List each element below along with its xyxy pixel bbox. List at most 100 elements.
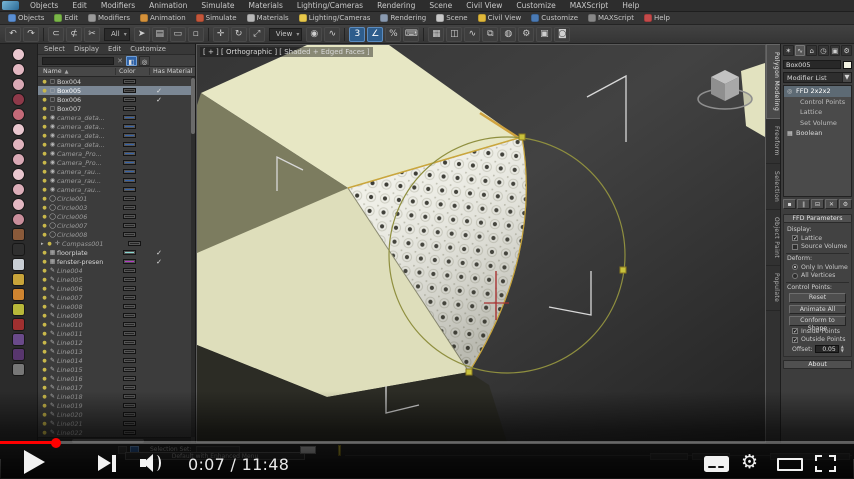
auto-key-button[interactable] [650, 453, 688, 460]
explorer-menu-select[interactable]: Select [44, 45, 65, 53]
strip-icon-7[interactable] [13, 154, 24, 165]
table-row[interactable]: ● ✎ Line017 [38, 383, 191, 392]
vertex-handle[interactable] [619, 266, 627, 274]
menu-item-materials[interactable]: Materials [242, 0, 290, 11]
ribbon-tab-freeform[interactable]: Freeform [766, 119, 780, 165]
unlink-selection-icon[interactable]: ⊄ [66, 26, 82, 42]
next-button[interactable] [98, 455, 118, 472]
menu-item-maxscript[interactable]: MAXScript [563, 0, 616, 11]
key-filter-button[interactable] [300, 446, 316, 454]
window-crossing-icon[interactable]: ▫ [187, 26, 204, 42]
scrollbar-thumb[interactable] [191, 78, 195, 134]
table-row[interactable]: ● ✎ Line010 [38, 320, 191, 329]
keyboard-shortcut-override-icon[interactable]: ⌨ [403, 26, 420, 42]
schematic-view-icon[interactable]: ⧉ [482, 26, 499, 42]
modifier-list-dropdown[interactable]: Modifier List ▼ [783, 72, 852, 83]
color-swatch[interactable] [123, 160, 136, 165]
ribbon-button-animation[interactable]: Animation [135, 12, 191, 24]
manage-layers-icon[interactable]: ▦ [428, 26, 445, 42]
table-row[interactable]: ● ✎ Line016 [38, 374, 191, 383]
object-color-swatch[interactable] [843, 60, 852, 69]
color-swatch[interactable] [123, 376, 136, 381]
select-and-manipulate-icon[interactable]: ∿ [324, 26, 341, 42]
table-row[interactable]: ● ✎ Line020 [38, 410, 191, 419]
strip-icon-19[interactable] [13, 334, 24, 345]
table-row[interactable]: ● ✎ Line012 [38, 338, 191, 347]
tab-display[interactable]: ▣ [829, 45, 841, 56]
color-swatch[interactable] [123, 106, 136, 111]
color-swatch[interactable] [123, 124, 136, 129]
color-swatch[interactable] [123, 421, 136, 426]
volume-button[interactable] [140, 453, 166, 473]
color-swatch[interactable] [123, 79, 136, 84]
tab-create[interactable]: ✶ [783, 45, 794, 56]
table-row[interactable]: ● ✎ Line011 [38, 329, 191, 338]
strip-icon-11[interactable] [13, 214, 24, 225]
color-swatch[interactable] [123, 331, 136, 336]
color-swatch[interactable] [123, 313, 136, 318]
source-volume-checkbox-row[interactable]: Source Volume [792, 243, 849, 250]
table-row[interactable]: ● ▢ Box007 [38, 104, 191, 113]
color-swatch[interactable] [123, 340, 136, 345]
rendered-frame-window-icon[interactable]: ▣ [536, 26, 553, 42]
vertex-handle[interactable] [518, 133, 526, 141]
color-swatch[interactable] [123, 259, 136, 264]
color-swatch[interactable] [123, 394, 136, 399]
render-setup-icon[interactable]: ⚙ [518, 26, 535, 42]
animate-all-button[interactable]: Animate All [788, 304, 847, 314]
snaps-toggle-icon[interactable]: 3 [349, 26, 366, 42]
all-vertices-radio-row[interactable]: All Vertices [792, 272, 849, 279]
table-row[interactable]: ● ▢ Box006 ✓ [38, 95, 191, 104]
ribbon-button-edit[interactable]: Edit [49, 12, 83, 24]
strip-icon-10[interactable] [13, 199, 24, 210]
table-row[interactable]: ● ▦ fenster-presen ✓ [38, 257, 191, 266]
table-row[interactable]: ● ✎ Line008 [38, 302, 191, 311]
inside-points-checkbox-row[interactable]: ✓ Inside Points [792, 328, 849, 335]
tab-hierarchy[interactable]: ⌂ [806, 45, 818, 56]
table-row[interactable]: ● ◉ Camera_Pro... [38, 158, 191, 167]
menu-item-scene[interactable]: Scene [422, 0, 459, 11]
table-row[interactable]: ● ◉ camera_deta... [38, 131, 191, 140]
ribbon-button-objects[interactable]: Objects [3, 12, 49, 24]
reset-button[interactable]: Reset [788, 293, 847, 303]
color-swatch[interactable] [123, 151, 136, 156]
color-swatch[interactable] [123, 88, 136, 93]
select-and-rotate-icon[interactable]: ↻ [230, 26, 247, 42]
strip-icon-18[interactable] [13, 319, 24, 330]
ribbon-button-rendering[interactable]: Rendering [375, 12, 431, 24]
modifier-stack-item-control-points[interactable]: Control Points [784, 97, 851, 108]
color-swatch[interactable] [123, 277, 136, 282]
color-swatch[interactable] [123, 205, 136, 210]
select-object-icon[interactable]: ➤ [133, 26, 150, 42]
conform-to-shape-button[interactable]: Conform to Shape [788, 316, 847, 332]
progress-scrubber[interactable] [51, 437, 61, 448]
strip-icon-15[interactable] [13, 274, 24, 285]
use-pivot-point-center-icon[interactable]: ◉ [306, 26, 323, 42]
table-row[interactable]: ● ▢ Box005 ✓ [38, 86, 191, 95]
select-and-move-icon[interactable]: ✛ [212, 26, 229, 42]
table-row[interactable]: ▸ ● ✛ Compass001 [38, 239, 191, 248]
checkbox-checked-icon[interactable]: ✓ [792, 235, 798, 242]
search-options-button[interactable]: ◎ [139, 55, 150, 66]
strip-icon-12[interactable] [13, 229, 24, 240]
strip-icon-6[interactable] [13, 139, 24, 150]
clear-search-icon[interactable]: ✕ [116, 57, 124, 65]
color-swatch[interactable] [123, 250, 136, 255]
table-row[interactable]: ● ◯ Circle003 [38, 203, 191, 212]
menu-item-lighting-cameras[interactable]: Lighting/Cameras [290, 0, 370, 11]
strip-icon-3[interactable] [13, 94, 24, 105]
vertex-handle[interactable] [465, 368, 473, 376]
color-swatch[interactable] [123, 403, 136, 408]
column-header-has-material[interactable]: Has Material [150, 68, 195, 75]
table-row[interactable]: ● ◉ camera_rau... [38, 167, 191, 176]
tab-utilities[interactable]: ⚙ [841, 45, 853, 56]
color-swatch[interactable] [123, 115, 136, 120]
menu-item-rendering[interactable]: Rendering [370, 0, 422, 11]
show-end-result-button[interactable]: ∥ [797, 199, 810, 209]
select-and-scale-icon[interactable]: ⤢ [248, 26, 265, 42]
table-row[interactable]: ● ✎ Line019 [38, 401, 191, 410]
redo-icon[interactable]: ↷ [23, 26, 39, 42]
theater-mode-button[interactable] [777, 458, 803, 471]
ribbon-button-civil-view[interactable]: Civil View [473, 12, 527, 24]
settings-gear-icon[interactable]: ⚙ [741, 451, 758, 473]
